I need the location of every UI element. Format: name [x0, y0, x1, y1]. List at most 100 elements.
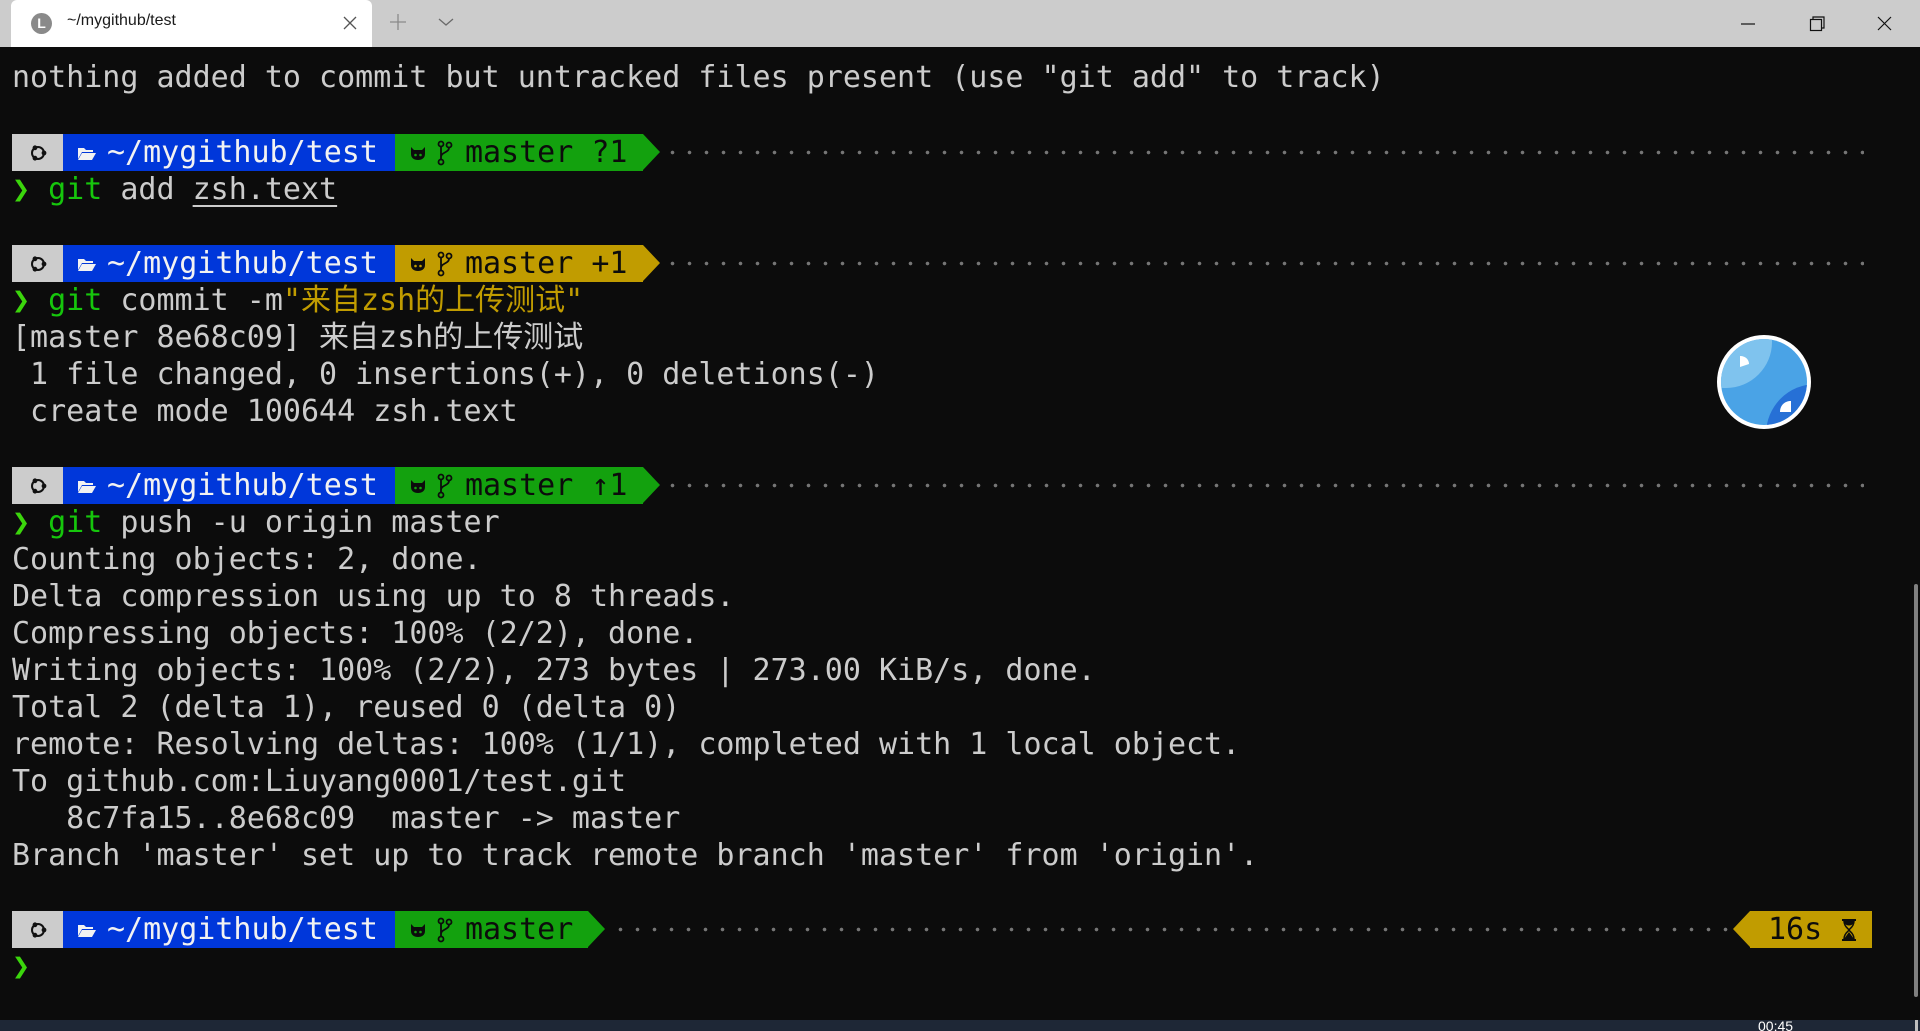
command-name: git [48, 505, 103, 540]
output-line: Compressing objects: 100% (2/2), done. [12, 616, 699, 651]
command-file-arg: zsh.text [192, 172, 338, 207]
close-tab-button[interactable] [337, 10, 363, 36]
output-line: Delta compression using up to 8 threads. [12, 579, 735, 614]
prompt-filler-dots [664, 467, 1864, 504]
prompt-char: ❯ [12, 172, 31, 207]
prompt-filler-dots [664, 134, 1864, 171]
git-segment: master ↑1 [394, 467, 643, 504]
folder-icon [78, 924, 96, 937]
segment-arrow [588, 911, 606, 947]
ubuntu-icon [30, 921, 46, 938]
chevron-down-icon [438, 18, 454, 26]
path-text: ~/mygithub/test [107, 135, 378, 170]
prompt-char: ❯ [12, 949, 31, 984]
prompt-line: ~/mygithub/test master ?1 [12, 134, 660, 171]
tab-dropdown-button[interactable] [432, 8, 460, 36]
execution-time-segment: 16s [1733, 911, 1873, 948]
path-segment: ~/mygithub/test [63, 467, 395, 504]
command-line: ❯ git push -u origin master [12, 504, 500, 541]
prompt-line: ~/mygithub/test master [12, 911, 606, 948]
output-line: [master 8e68c09] 来自zsh的上传测试 [12, 320, 584, 355]
output-line: nothing added to commit but untracked fi… [12, 60, 1385, 95]
tab-terminal[interactable]: L ~/mygithub/test [11, 0, 372, 47]
output-line: 1 file changed, 0 insertions(+), 0 delet… [12, 357, 879, 392]
close-window-button[interactable] [1850, 0, 1918, 47]
command-name: git [48, 172, 103, 207]
minimize-button[interactable] [1714, 0, 1782, 47]
prompt-filler-dots [664, 245, 1864, 282]
git-branch-icon [437, 917, 453, 942]
tab-title: ~/mygithub/test [67, 12, 176, 29]
path-segment: ~/mygithub/test [63, 911, 395, 948]
os-segment [12, 467, 63, 504]
taskbar: 00:45 [0, 1020, 1920, 1031]
floating-ball-button[interactable] [1716, 334, 1812, 430]
github-icon [410, 923, 425, 937]
hourglass-icon [1842, 918, 1857, 941]
command-line: ❯ git add zsh.text [12, 171, 337, 208]
git-status: ?1 [573, 135, 628, 170]
elapsed-time: 16s [1768, 912, 1823, 947]
segment-arrow [642, 134, 660, 170]
git-segment: master [394, 911, 589, 948]
ubuntu-icon [30, 477, 46, 494]
output-line: Writing objects: 100% (2/2), 273 bytes |… [12, 653, 1096, 688]
folder-icon [78, 480, 96, 493]
output-line: Counting objects: 2, done. [12, 542, 482, 577]
close-icon [1877, 16, 1892, 31]
command-name: git [48, 283, 103, 318]
output-line: remote: Resolving deltas: 100% (1/1), co… [12, 727, 1241, 762]
git-segment: master ?1 [394, 134, 643, 171]
branch-name: master [464, 912, 574, 947]
segment-arrow [642, 245, 660, 281]
show-desktop-button[interactable] [1915, 1020, 1918, 1031]
minimize-icon [1741, 23, 1755, 25]
prompt-line: ~/mygithub/test master +1 [12, 245, 660, 282]
command-args: add [102, 172, 193, 207]
tab-profile-icon: L [31, 13, 52, 34]
new-tab-button[interactable] [384, 8, 412, 36]
git-status: +1 [573, 246, 628, 281]
os-segment [12, 911, 63, 948]
prompt-char: ❯ [12, 505, 31, 540]
ubuntu-icon [30, 144, 46, 161]
segment-arrow [642, 467, 660, 503]
terminal-pane[interactable]: nothing added to commit but untracked fi… [0, 47, 1920, 1020]
prompt-char: ❯ [12, 283, 31, 318]
command-args: push -u origin master [102, 505, 500, 540]
os-segment [12, 245, 63, 282]
segment-arrow-left [1733, 911, 1750, 947]
path-segment: ~/mygithub/test [63, 134, 395, 171]
output-line: To github.com:Liuyang0001/test.git [12, 764, 627, 799]
path-text: ~/mygithub/test [107, 912, 378, 947]
restore-icon [1809, 16, 1825, 32]
github-icon [410, 146, 425, 160]
prompt-filler-dots [612, 911, 1730, 948]
floating-ball-icon [1717, 335, 1811, 429]
path-text: ~/mygithub/test [107, 468, 378, 503]
scrollbar-thumb[interactable] [1914, 584, 1918, 997]
github-icon [410, 257, 425, 271]
command-args: commit -m [102, 283, 283, 318]
close-icon [343, 16, 357, 30]
taskbar-clock[interactable]: 00:45 [1758, 1020, 1793, 1031]
path-segment: ~/mygithub/test [63, 245, 395, 282]
output-line: Branch 'master' set up to track remote b… [12, 838, 1259, 873]
folder-icon [78, 258, 96, 271]
prompt-line: ~/mygithub/test master ↑1 [12, 467, 660, 504]
git-branch-icon [437, 251, 453, 276]
github-icon [410, 479, 425, 493]
plus-icon [390, 14, 406, 30]
git-branch-icon [437, 473, 453, 498]
branch-name: master [464, 135, 574, 170]
command-line: ❯ git commit -m"来自zsh的上传测试" [12, 282, 583, 319]
git-segment: master +1 [394, 245, 643, 282]
restore-button[interactable] [1782, 0, 1850, 47]
command-message-string: "来自zsh的上传测试" [282, 283, 584, 318]
command-line[interactable]: ❯ [12, 948, 30, 985]
branch-name: master [464, 468, 574, 503]
folder-icon [78, 147, 96, 160]
path-text: ~/mygithub/test [107, 246, 378, 281]
branch-name: master [464, 246, 574, 281]
output-line: create mode 100644 zsh.text [12, 394, 518, 429]
